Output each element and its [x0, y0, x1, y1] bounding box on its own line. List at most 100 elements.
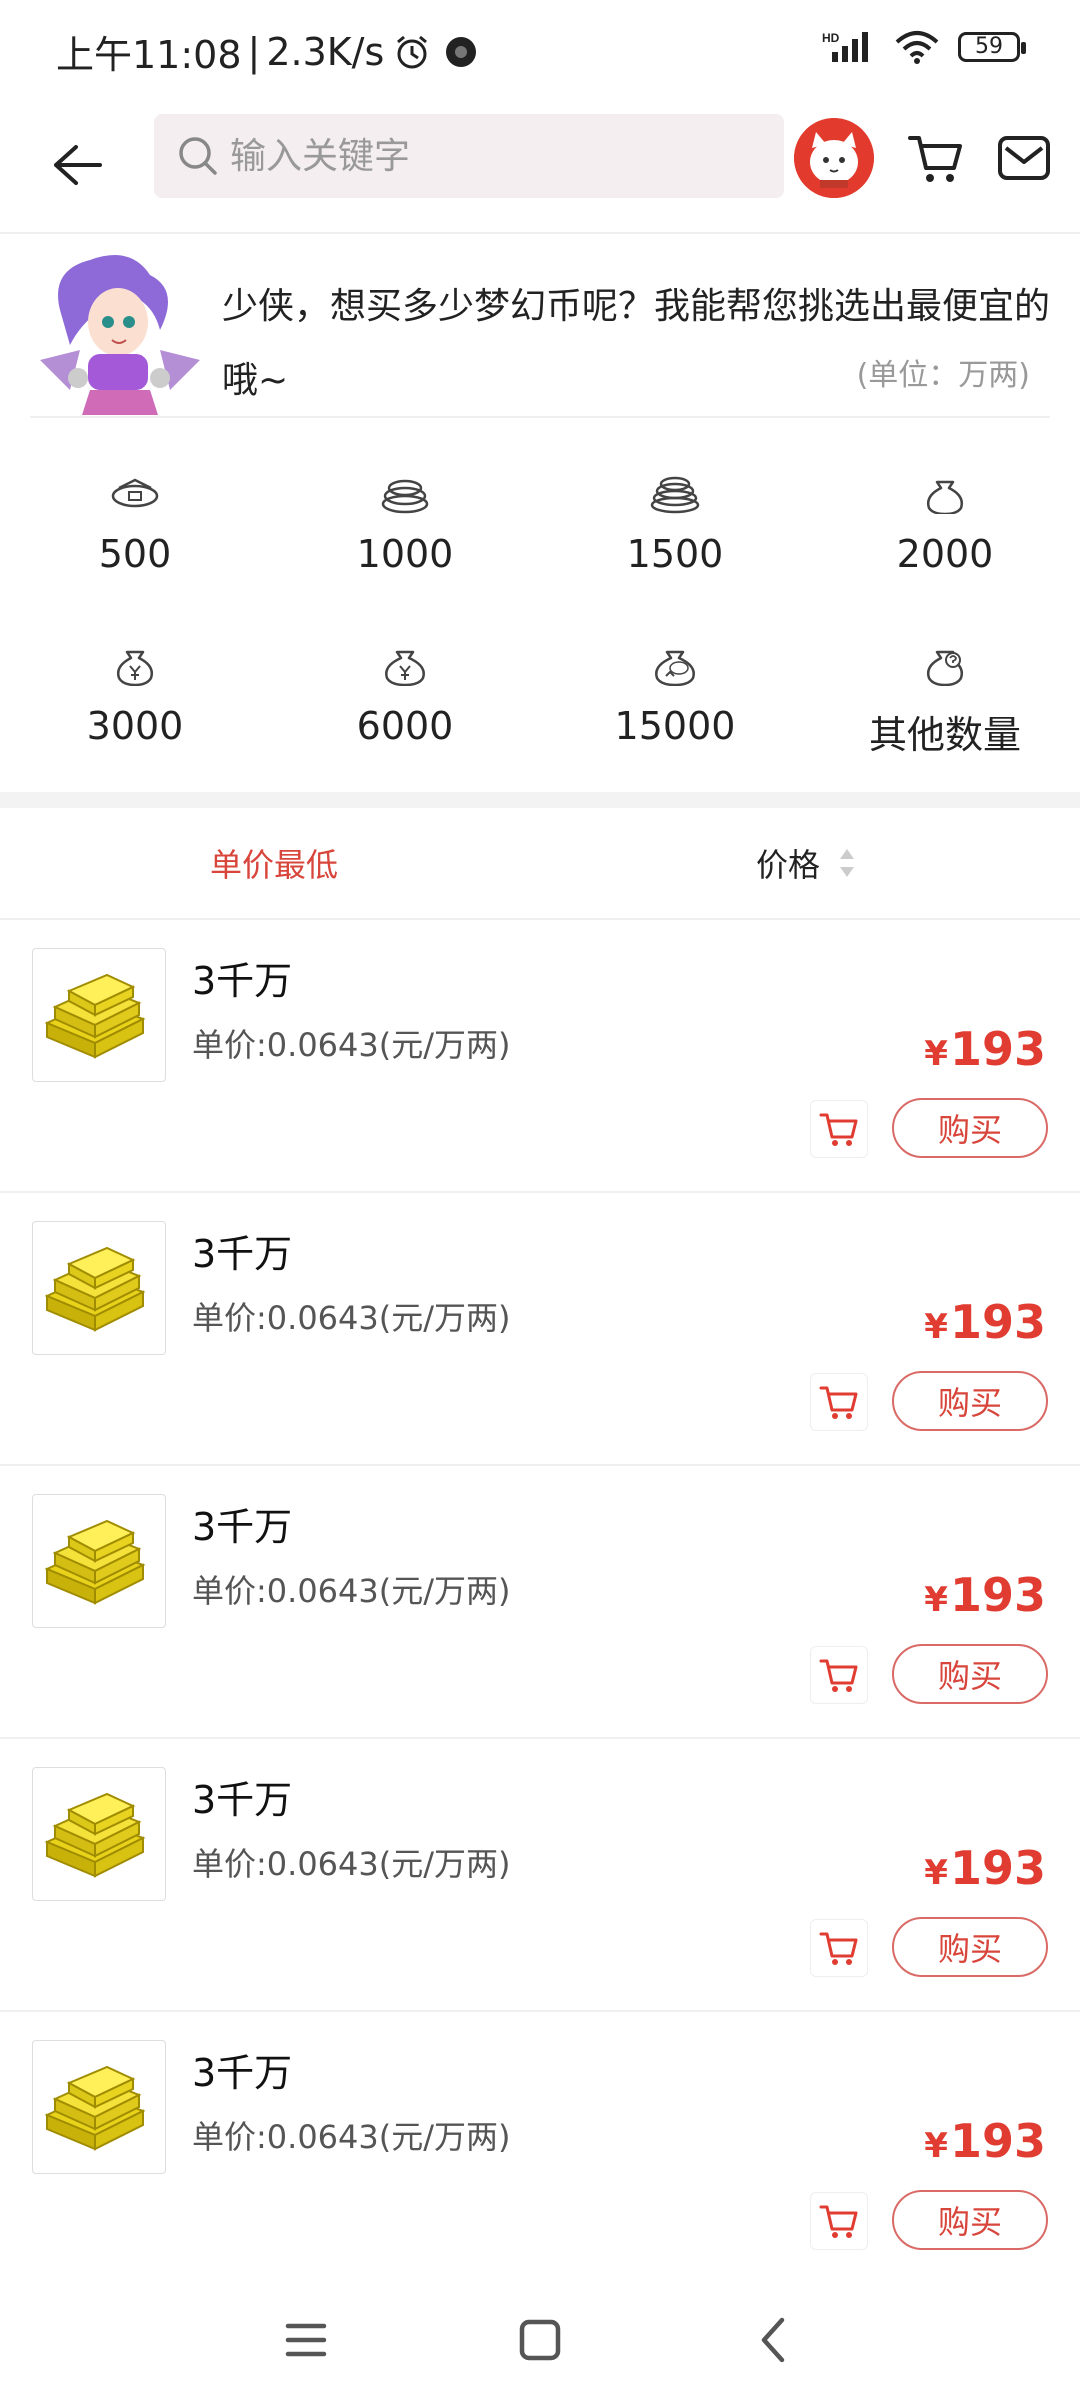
back-button[interactable]: [42, 130, 112, 200]
cart-icon: [819, 2205, 858, 2238]
money-bag-icon: [927, 480, 963, 514]
network-tag: HD: [822, 31, 840, 45]
price-amount: 193: [949, 1841, 1046, 1895]
amount-option-1000[interactable]: 1000: [270, 440, 540, 612]
search-input[interactable]: [228, 134, 752, 178]
amount-label: 15000: [614, 704, 736, 748]
add-to-cart-button[interactable]: [810, 2192, 868, 2250]
amount-label: 6000: [356, 704, 454, 748]
message-button[interactable]: [996, 132, 1052, 184]
cart-button[interactable]: [906, 128, 966, 188]
amount-label: 500: [98, 532, 172, 576]
product-price: ¥193: [924, 2114, 1046, 2168]
add-to-cart-button[interactable]: [810, 1646, 868, 1704]
status-right: HD 59: [822, 30, 1026, 64]
product-unit-price: 单价:0.0643(元/万两): [192, 1026, 511, 1064]
product-title: 3千万: [192, 2051, 293, 2095]
product-item[interactable]: 3千万 单价:0.0643(元/万两) ¥193 购买: [0, 1464, 1080, 1737]
amount-label: 1500: [626, 532, 724, 576]
intro-banner: 少侠，想买多少梦幻币呢？我能帮您挑选出最便宜的哦~ (单位：万两): [0, 240, 1080, 420]
buy-button[interactable]: 购买: [892, 2190, 1048, 2250]
buy-button[interactable]: 购买: [892, 1371, 1048, 1431]
product-unit-price: 单价:0.0643(元/万两): [192, 1845, 511, 1883]
product-price: ¥193: [924, 1295, 1046, 1349]
amount-option-15000[interactable]: 15000: [540, 612, 810, 784]
cart-icon: [819, 1932, 858, 1965]
money-bag-yen-icon: [385, 650, 425, 686]
sort-price-tab[interactable]: 价格: [756, 840, 856, 886]
amount-label: 其他数量: [868, 713, 1021, 757]
cat-avatar-icon: [794, 118, 874, 198]
add-to-cart-button[interactable]: [810, 1919, 868, 1977]
sort-bar: 单价最低 价格: [0, 808, 1080, 918]
currency-symbol: ¥: [924, 2126, 948, 2166]
sort-arrows-icon: [840, 849, 855, 877]
amount-grid: 500 1000 1500 2000 3000 6000 15000 其他数量: [0, 440, 1080, 780]
product-unit-price: 单价:0.0643(元/万两): [192, 2118, 511, 2156]
signal-icon: HD: [822, 31, 868, 62]
notification-dot-icon: [446, 36, 477, 67]
sort-lowest-unit-price-tab[interactable]: 单价最低: [210, 840, 338, 886]
product-title: 3千万: [192, 1505, 293, 1549]
coin-pile-icon: [650, 476, 700, 514]
amount-option-2000[interactable]: 2000: [810, 440, 1080, 612]
top-nav: [0, 110, 1080, 230]
add-to-cart-button[interactable]: [810, 1100, 868, 1158]
product-title: 3千万: [192, 1778, 293, 1822]
product-title: 3千万: [192, 959, 293, 1003]
product-list: 3千万 单价:0.0643(元/万两) ¥193 购买 3千万 单价:0.064…: [0, 918, 1080, 2283]
amount-label: 1000: [356, 532, 454, 576]
unit-note: (单位：万两): [856, 358, 1030, 393]
buy-button[interactable]: 购买: [892, 1917, 1048, 1977]
money-bag-yen-icon: [117, 650, 153, 686]
gold-bars-icon: [44, 1246, 146, 1332]
amount-option-500[interactable]: 500: [0, 440, 270, 612]
amount-option-1500[interactable]: 1500: [540, 440, 810, 612]
amount-option-other[interactable]: 其他数量: [810, 612, 1080, 784]
buy-button[interactable]: 购买: [892, 1098, 1048, 1158]
gold-bars-icon: [44, 973, 146, 1059]
section-gap: [0, 792, 1080, 808]
search-box[interactable]: [154, 114, 784, 198]
amount-label: 2000: [896, 532, 994, 576]
battery-icon: 59: [958, 32, 1026, 62]
cart-icon: [819, 1113, 858, 1146]
money-bag-max-icon: [655, 650, 695, 686]
product-item[interactable]: 3千万 单价:0.0643(元/万两) ¥193 购买: [0, 1191, 1080, 1464]
price-amount: 193: [949, 1295, 1046, 1349]
amount-option-3000[interactable]: 3000: [0, 612, 270, 784]
product-unit-price: 单价:0.0643(元/万两): [192, 1299, 511, 1337]
product-item[interactable]: 3千万 单价:0.0643(元/万两) ¥193 购买: [0, 2010, 1080, 2283]
currency-symbol: ¥: [924, 1853, 948, 1893]
intro-divider: [30, 416, 1050, 418]
back-nav-icon[interactable]: [744, 2310, 804, 2370]
product-price: ¥193: [924, 1022, 1046, 1076]
cart-icon: [819, 1659, 858, 1692]
gold-bars-image: [32, 1767, 166, 1901]
status-left: 上午11:08 | 2.3K/s: [56, 24, 477, 79]
gold-bars-image: [32, 2040, 166, 2174]
alarm-icon: [397, 35, 428, 68]
product-item[interactable]: 3千万 单价:0.0643(元/万两) ¥193 购买: [0, 1737, 1080, 2010]
back-arrow-icon: [54, 145, 102, 185]
gold-bars-image: [32, 948, 166, 1082]
menu-icon[interactable]: [276, 2310, 336, 2370]
status-separator: |: [247, 29, 261, 74]
money-bag-question-icon: [927, 650, 963, 686]
coin-stack-icon: [381, 479, 429, 514]
price-amount: 193: [949, 1568, 1046, 1622]
add-to-cart-button[interactable]: [810, 1373, 868, 1431]
home-icon[interactable]: [510, 2310, 570, 2370]
intro-message: 少侠，想买多少梦幻币呢？我能帮您挑选出最便宜的哦~: [222, 286, 1051, 401]
amount-option-6000[interactable]: 6000: [270, 612, 540, 784]
gold-bars-image: [32, 1494, 166, 1628]
nav-divider: [0, 232, 1080, 234]
sort-price-label: 价格: [756, 846, 821, 884]
product-item[interactable]: 3千万 单价:0.0643(元/万两) ¥193 购买: [0, 918, 1080, 1191]
network-speed: 2.3K/s: [266, 29, 385, 74]
price-amount: 193: [949, 1022, 1046, 1076]
coin-single-icon: [111, 478, 159, 508]
mail-icon: [998, 136, 1050, 180]
avatar[interactable]: [794, 118, 874, 198]
buy-button[interactable]: 购买: [892, 1644, 1048, 1704]
